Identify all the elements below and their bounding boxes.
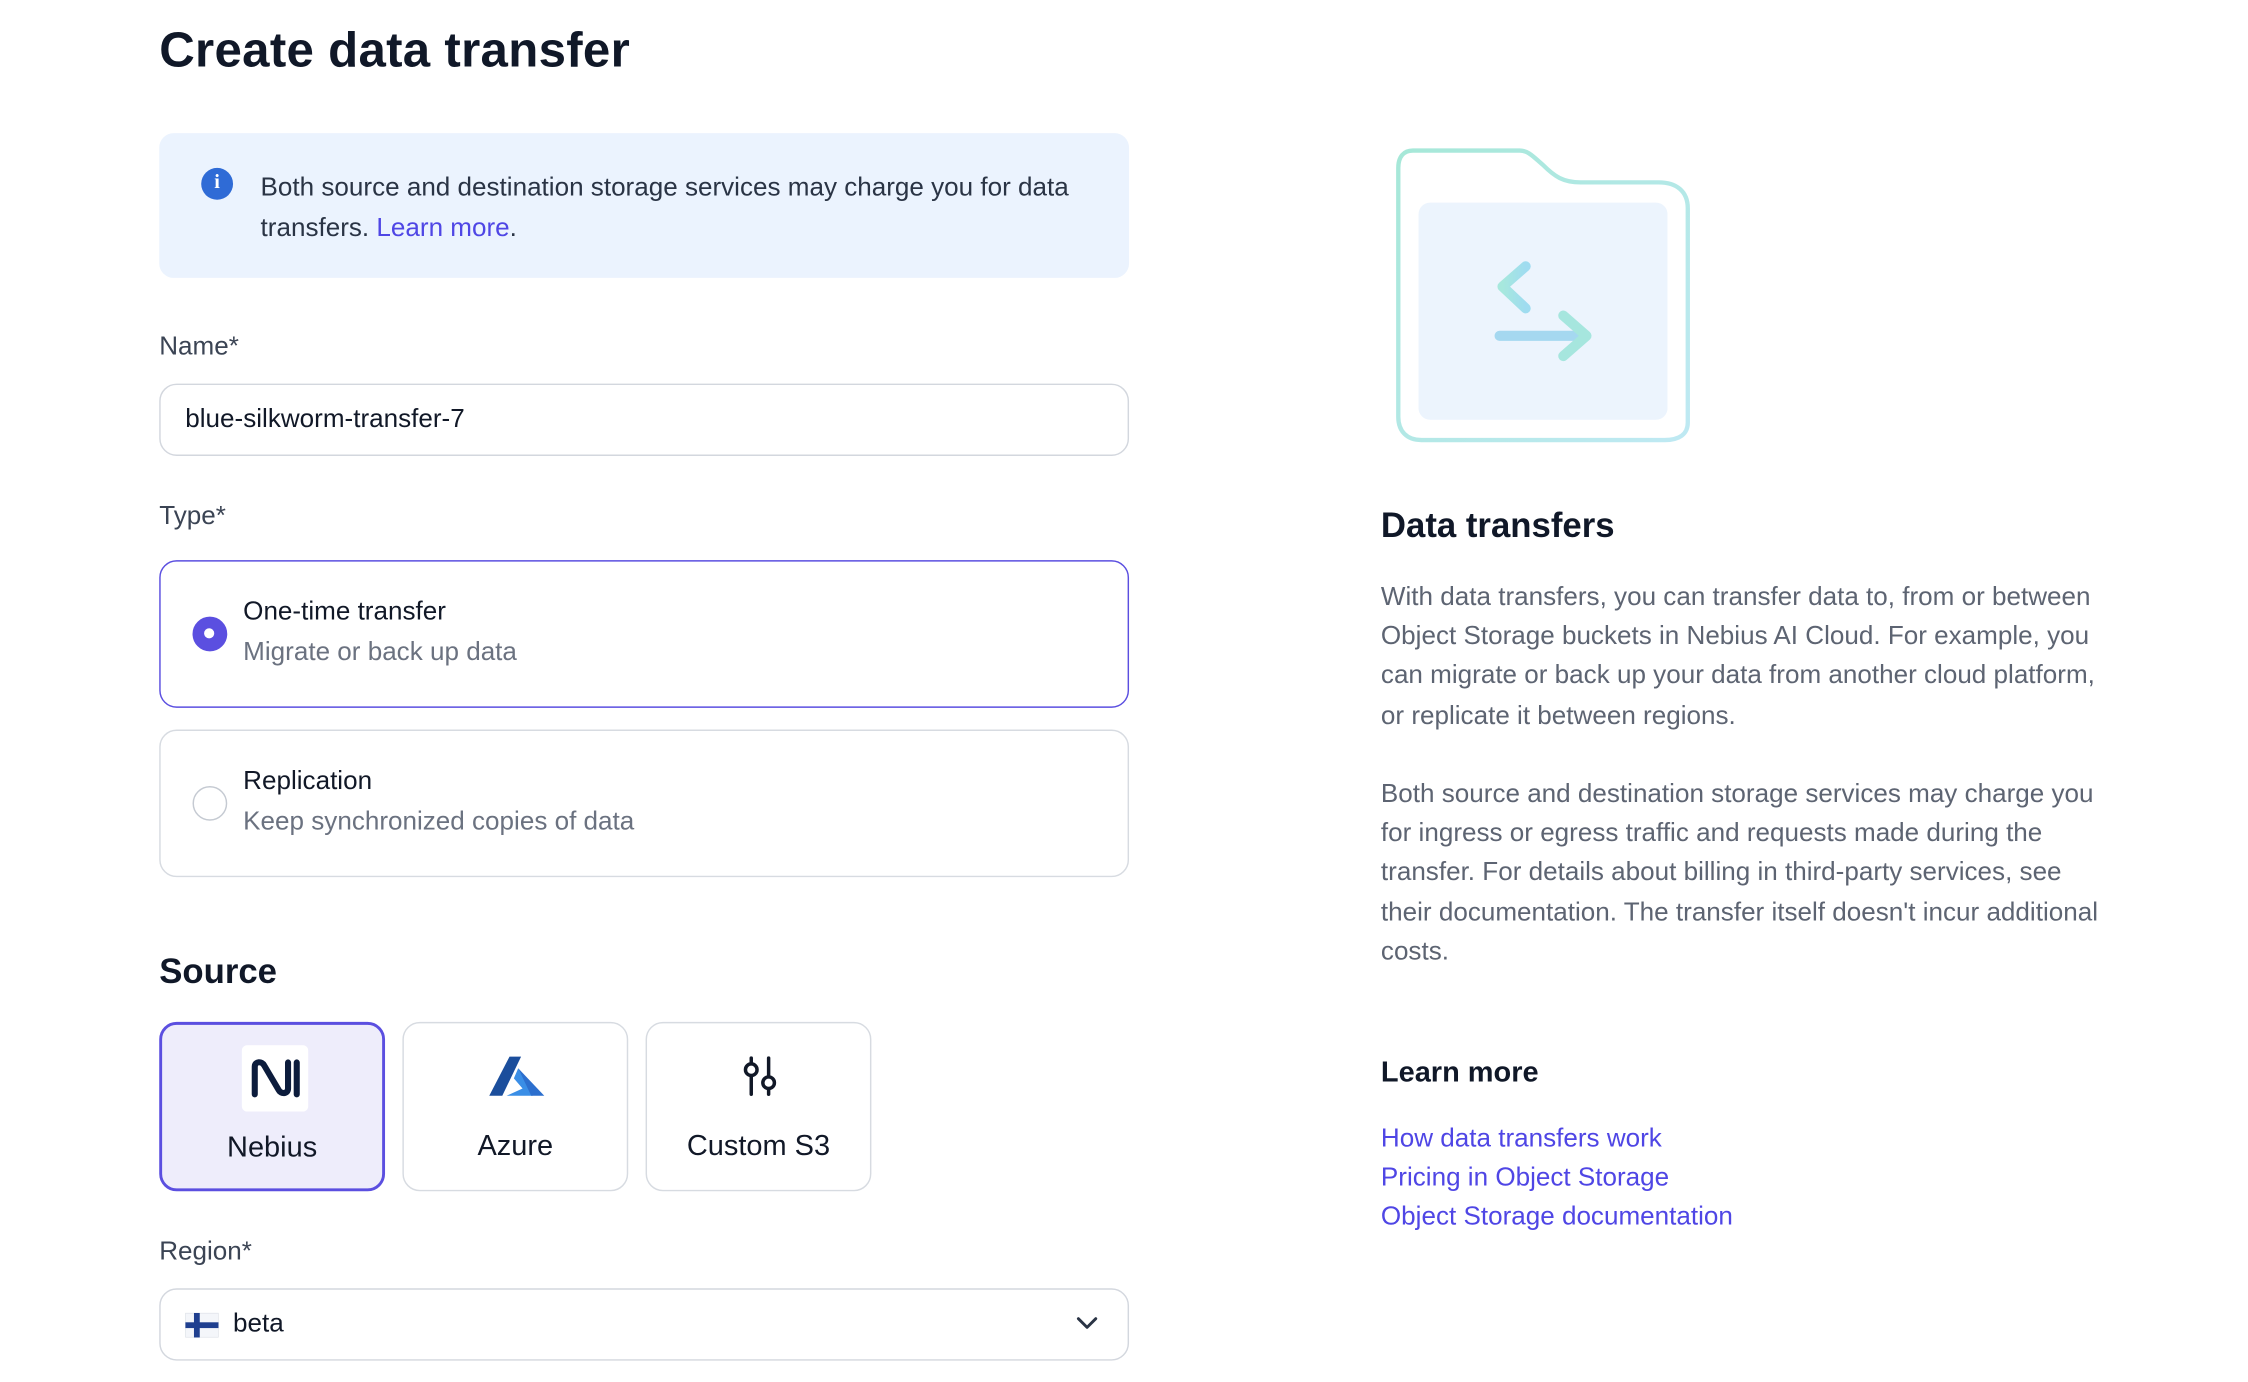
finland-flag-icon xyxy=(185,1312,219,1338)
type-label: Type* xyxy=(159,500,226,530)
link-object-storage-docs[interactable]: Object Storage documentation xyxy=(1381,1201,1733,1231)
source-option-label: Azure xyxy=(477,1130,554,1163)
type-option-one-time[interactable]: One-time transfer Migrate or back up dat… xyxy=(159,560,1130,708)
data-transfer-folder-illustration xyxy=(1396,148,1690,443)
info-icon: i xyxy=(201,167,234,200)
side-paragraph-1: With data transfers, you can transfer da… xyxy=(1380,581,2095,729)
type-option-title: Replication xyxy=(243,765,373,795)
radio-selected-icon[interactable] xyxy=(192,616,228,652)
name-input[interactable]: blue-silkworm-transfer-7 xyxy=(159,383,1130,456)
link-pricing-object-storage[interactable]: Pricing in Object Storage xyxy=(1381,1162,1669,1192)
type-option-replication[interactable]: Replication Keep synchronized copies of … xyxy=(159,729,1130,878)
type-option-subtitle: Keep synchronized copies of data xyxy=(243,806,635,836)
link-how-data-transfers-work[interactable]: How data transfers work xyxy=(1381,1123,1662,1153)
side-paragraph-2: Both source and destination storage serv… xyxy=(1380,778,2098,966)
info-banner: i Both source and destination storage se… xyxy=(159,133,1130,278)
source-option-nebius[interactable]: Nebius xyxy=(159,1021,386,1192)
source-option-label: Nebius xyxy=(227,1131,318,1164)
learn-more-heading: Learn more xyxy=(1380,1056,1539,1089)
name-label: Name* xyxy=(159,331,239,361)
banner-text: Both source and destination storage serv… xyxy=(261,166,1101,247)
region-value: beta xyxy=(233,1308,284,1338)
banner-learn-more-link[interactable]: Learn more xyxy=(376,213,509,242)
region-select[interactable]: beta xyxy=(159,1288,1130,1361)
sliders-icon xyxy=(743,1056,777,1097)
azure-logo-icon xyxy=(489,1056,545,1096)
type-option-subtitle: Migrate or back up data xyxy=(243,636,517,666)
page-title: Create data transfer xyxy=(159,23,631,79)
nebius-logo-icon xyxy=(241,1045,309,1112)
source-option-label: Custom S3 xyxy=(686,1130,831,1163)
banner-suffix: . xyxy=(509,212,517,242)
side-heading: Data transfers xyxy=(1380,506,1615,546)
source-option-azure[interactable]: Azure xyxy=(402,1021,629,1192)
type-option-title: One-time transfer xyxy=(243,596,446,626)
source-option-custom-s3[interactable]: Custom S3 xyxy=(645,1021,872,1192)
source-heading: Source xyxy=(159,952,278,992)
radio-unselected-icon[interactable] xyxy=(192,785,228,821)
region-label: Region* xyxy=(159,1236,252,1266)
chevron-down-icon[interactable] xyxy=(1075,1314,1098,1331)
